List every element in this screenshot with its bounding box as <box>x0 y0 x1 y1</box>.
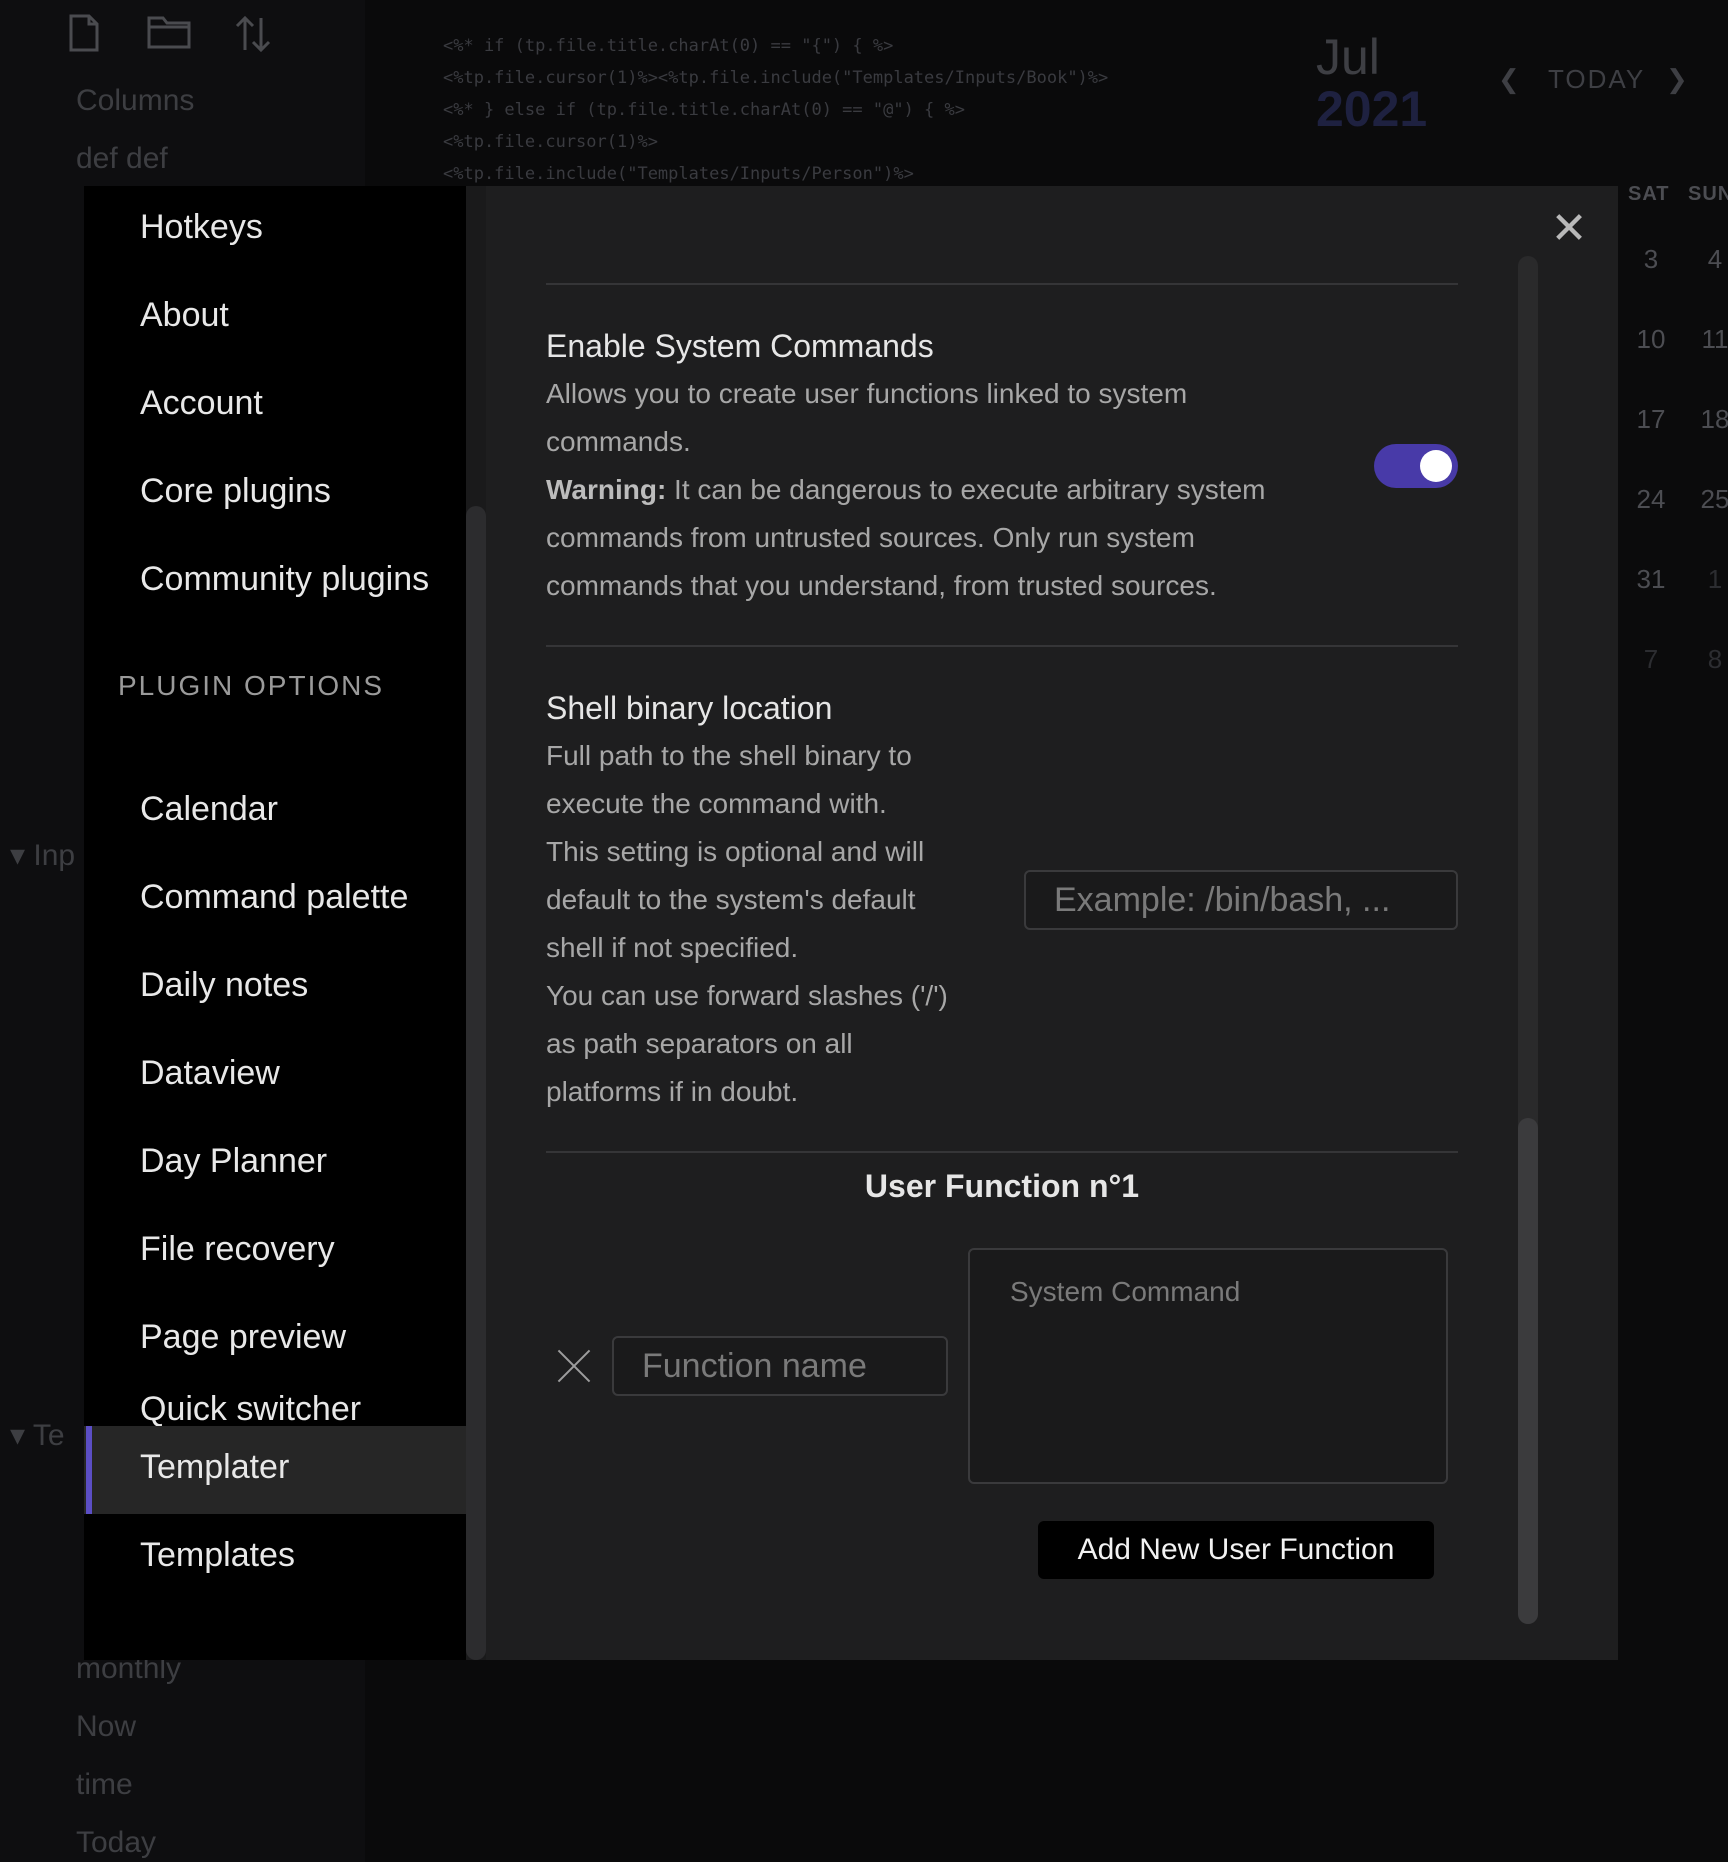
chevron-down-icon: ▾ <box>10 839 34 872</box>
calendar-day[interactable]: 7 <box>1626 644 1676 675</box>
content-scrollbar[interactable] <box>1518 256 1538 1624</box>
setting-name-shell-binary: Shell binary location <box>546 690 833 726</box>
setting-desc-shell-binary: Full path to the shell binary to execute… <box>546 740 948 1107</box>
divider <box>546 283 1458 285</box>
nav-item-hotkeys[interactable]: Hotkeys <box>84 186 466 274</box>
code-line: <%tp.file.cursor(1)%><%tp.file.include("… <box>443 68 1109 88</box>
close-icon[interactable]: ✕ <box>1548 207 1590 251</box>
calendar-day[interactable]: 31 <box>1626 564 1676 595</box>
system-commands-toggle[interactable] <box>1374 444 1458 488</box>
weekday-header: SAT <box>1628 183 1670 205</box>
nav-item-dataview[interactable]: Dataview <box>84 1032 466 1120</box>
folder-item[interactable]: ▾ Te <box>10 1418 65 1453</box>
nav-item-community-plugins[interactable]: Community plugins <box>84 538 466 626</box>
folder-item[interactable]: ▾ Inp <box>10 838 75 873</box>
content-scrollbar-thumb[interactable] <box>1518 1118 1538 1624</box>
setting-desc-system-commands: Allows you to create user functions link… <box>546 378 1266 601</box>
user-function-title: User Function n°1 <box>864 1168 1140 1204</box>
sort-icon[interactable] <box>232 14 274 54</box>
calendar-day[interactable]: 4 <box>1690 244 1728 275</box>
remove-function-icon[interactable] <box>556 1348 592 1384</box>
chevron-left-icon[interactable]: ❮ <box>1498 64 1522 95</box>
warning-label: Warning: <box>546 474 667 505</box>
nav-item-day-planner[interactable]: Day Planner <box>84 1120 466 1208</box>
function-name-input[interactable] <box>612 1336 948 1396</box>
chevron-down-icon: ▾ <box>10 1419 33 1452</box>
file-item[interactable]: Today <box>76 1826 156 1860</box>
nav-item-templates[interactable]: Templates <box>84 1514 466 1602</box>
today-button[interactable]: TODAY <box>1548 64 1645 95</box>
nav-scrollbar-thumb[interactable] <box>466 506 486 1660</box>
setting-name-system-commands: Enable System Commands <box>546 328 934 364</box>
calendar-day[interactable]: 17 <box>1626 404 1676 435</box>
settings-nav: Hotkeys About Account Core plugins Commu… <box>84 186 466 1660</box>
nav-scrollbar[interactable] <box>466 186 486 1660</box>
weekday-header: SUN <box>1688 183 1728 205</box>
calendar-day[interactable]: 8 <box>1690 644 1728 675</box>
calendar-day[interactable]: 18 <box>1690 404 1728 435</box>
code-line: <%* } else if (tp.file.title.charAt(0) =… <box>443 100 965 120</box>
nav-item-about[interactable]: About <box>84 274 466 362</box>
nav-item-account[interactable]: Account <box>84 362 466 450</box>
chevron-right-icon[interactable]: ❯ <box>1666 64 1690 95</box>
calendar-day[interactable]: 25 <box>1690 484 1728 515</box>
code-line: <%tp.file.cursor(1)%> <box>443 132 658 152</box>
calendar-year: 2021 <box>1316 81 1428 137</box>
divider <box>546 645 1458 647</box>
nav-item-core-plugins[interactable]: Core plugins <box>84 450 466 538</box>
nav-item-command-palette[interactable]: Command palette <box>84 856 466 944</box>
file-item[interactable]: Columns <box>76 84 194 118</box>
nav-item-file-recovery[interactable]: File recovery <box>84 1208 466 1296</box>
file-explorer-toolbar <box>0 0 365 70</box>
nav-item-daily-notes[interactable]: Daily notes <box>84 944 466 1032</box>
calendar-day[interactable]: 10 <box>1626 324 1676 355</box>
file-item[interactable]: Now <box>76 1710 136 1744</box>
calendar-day[interactable]: 3 <box>1626 244 1676 275</box>
system-command-textarea[interactable] <box>968 1248 1448 1484</box>
code-line: <%tp.file.include("Templates/Inputs/Pers… <box>443 164 914 184</box>
add-user-function-button[interactable]: Add New User Function <box>1038 1521 1434 1579</box>
divider <box>546 1151 1458 1153</box>
calendar-month: Jul <box>1316 29 1380 85</box>
calendar-day[interactable]: 11 <box>1690 324 1728 355</box>
file-item[interactable]: time <box>76 1768 133 1802</box>
nav-item-templater[interactable]: Templater <box>84 1426 466 1514</box>
shell-binary-input[interactable] <box>1024 870 1458 930</box>
toggle-knob <box>1420 450 1452 482</box>
nav-item-calendar[interactable]: Calendar <box>84 768 466 856</box>
new-note-icon[interactable] <box>66 14 102 54</box>
plugin-options-heading: PLUGIN OPTIONS <box>118 670 385 701</box>
file-item[interactable]: def def <box>76 142 168 176</box>
calendar-day[interactable]: 1 <box>1690 564 1728 595</box>
code-line: <%* if (tp.file.title.charAt(0) == "{") … <box>443 36 894 56</box>
calendar-day[interactable]: 24 <box>1626 484 1676 515</box>
new-folder-icon[interactable] <box>146 14 192 54</box>
